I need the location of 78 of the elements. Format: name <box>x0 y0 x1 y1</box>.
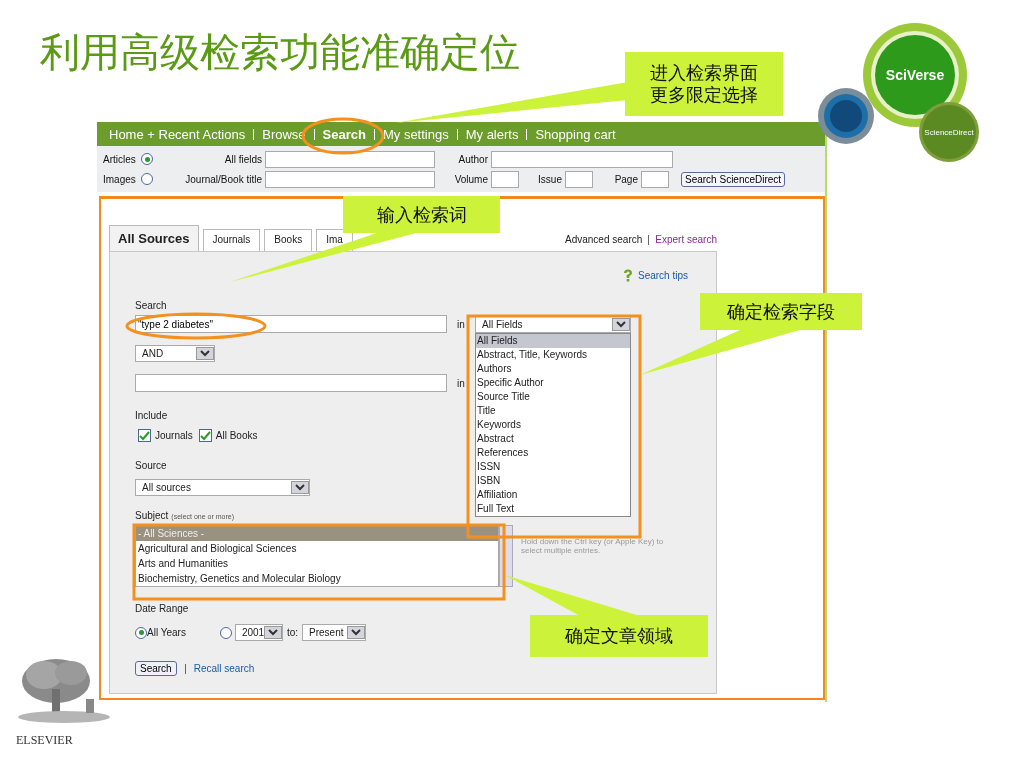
radio-button[interactable] <box>219 626 232 639</box>
dropdown-option[interactable]: Affiliation <box>476 488 630 502</box>
input-field[interactable] <box>491 150 673 168</box>
search-term-field[interactable] <box>135 374 447 392</box>
caret-icon <box>347 626 366 639</box>
radio-label: Articles <box>103 153 137 165</box>
subject-option[interactable]: Arts and Humanities <box>136 556 498 571</box>
recall-search-link[interactable]: Recall search <box>193 663 255 674</box>
input-field[interactable] <box>265 150 435 168</box>
caret-icon <box>264 626 283 639</box>
form-label: Date Range <box>135 603 189 614</box>
dropdown-option[interactable]: Abstract, Title, Keywords <box>476 348 630 362</box>
field-label: Author <box>457 153 489 165</box>
field-label: Journal/Book title <box>184 173 263 185</box>
dropdown-option[interactable]: ISBN <box>476 474 630 488</box>
operator-select[interactable]: AND <box>135 345 215 362</box>
checkbox-label: Journals <box>155 430 193 441</box>
caret-icon <box>612 317 630 331</box>
advanced-search-link[interactable]: Advanced search <box>565 234 643 245</box>
field-label: Page <box>613 173 639 185</box>
dropdown-option[interactable]: Title <box>476 404 630 418</box>
dropdown-option[interactable]: Source Title <box>476 390 630 404</box>
checkbox[interactable] <box>138 429 151 442</box>
search-button[interactable]: Search ScienceDirect <box>681 171 786 187</box>
slide-title: 利用高级检索功能准确定位 <box>40 29 520 76</box>
year-select[interactable]: 2001 <box>234 624 283 641</box>
input-field[interactable] <box>641 170 669 188</box>
field-label: Issue <box>537 173 563 185</box>
input-field[interactable] <box>265 170 435 188</box>
caret-icon <box>196 347 214 360</box>
dropdown-option[interactable]: Full Text <box>476 502 630 516</box>
form-label: Search <box>135 300 167 311</box>
dropdown-option[interactable]: ISSN <box>476 460 630 474</box>
callout-text: 更多限定选择 <box>650 84 758 106</box>
field-label: All fields <box>223 153 263 165</box>
input-field[interactable] <box>491 170 519 188</box>
checkbox[interactable] <box>198 429 212 442</box>
search-tips-link[interactable]: Search tips <box>637 270 688 281</box>
subject-option[interactable]: Agricultural and Biological Sciences <box>136 541 498 556</box>
radio-button[interactable] <box>141 153 153 165</box>
dropdown-option[interactable]: Authors <box>476 362 630 376</box>
search-term-field[interactable]: "type 2 diabetes" <box>135 315 447 333</box>
logo-text: ELSEVIER <box>16 733 73 748</box>
hint-text: Hold down the Ctrl key (or Apple Key) to select multiple entries. <box>521 537 665 555</box>
tab[interactable]: All Sources <box>109 225 199 251</box>
field-label: Volume <box>453 173 489 185</box>
form-label: Include <box>135 410 168 421</box>
dropdown-option[interactable]: All Fields <box>476 334 630 348</box>
radio-button[interactable] <box>135 626 147 639</box>
callout-text: 确定检索字段 <box>727 300 835 323</box>
dropdown-option[interactable]: Abstract <box>476 432 630 446</box>
radio-label: Images <box>103 173 137 185</box>
in-label: in <box>456 377 466 389</box>
subject-option[interactable]: Biochemistry, Genetics and Molecular Biology <box>136 571 498 586</box>
tab[interactable]: Books <box>264 229 313 251</box>
dropdown-option[interactable]: Keywords <box>476 418 630 432</box>
radio-button[interactable] <box>141 173 153 185</box>
dropdown-option[interactable]: References <box>476 446 630 460</box>
callout-text: 输入检索词 <box>376 203 467 226</box>
callout-text: 确定文章领域 <box>565 625 673 647</box>
radio-label: All Years <box>147 627 186 638</box>
callout-text: 进入检索界面 <box>650 62 758 84</box>
tab[interactable]: Journals <box>202 229 261 251</box>
to-label: to: <box>286 627 299 638</box>
form-label: Source <box>135 460 167 471</box>
search-button[interactable]: Search <box>135 661 177 676</box>
input-field[interactable] <box>565 170 593 188</box>
dropdown-option[interactable]: Specific Author <box>476 376 630 390</box>
caret-icon <box>291 481 309 494</box>
form-label: Subject <box>135 510 169 521</box>
logo-text: SciVerse <box>885 67 945 83</box>
source-select[interactable]: All sources <box>135 479 310 496</box>
logo-text: ScienceDirect <box>924 128 974 137</box>
checkbox-label: All Books <box>215 430 258 441</box>
help-icon <box>622 269 633 282</box>
expert-search-link[interactable]: Expert search <box>655 234 717 245</box>
in-label: in <box>456 318 466 330</box>
year-select[interactable]: Present <box>302 624 367 641</box>
